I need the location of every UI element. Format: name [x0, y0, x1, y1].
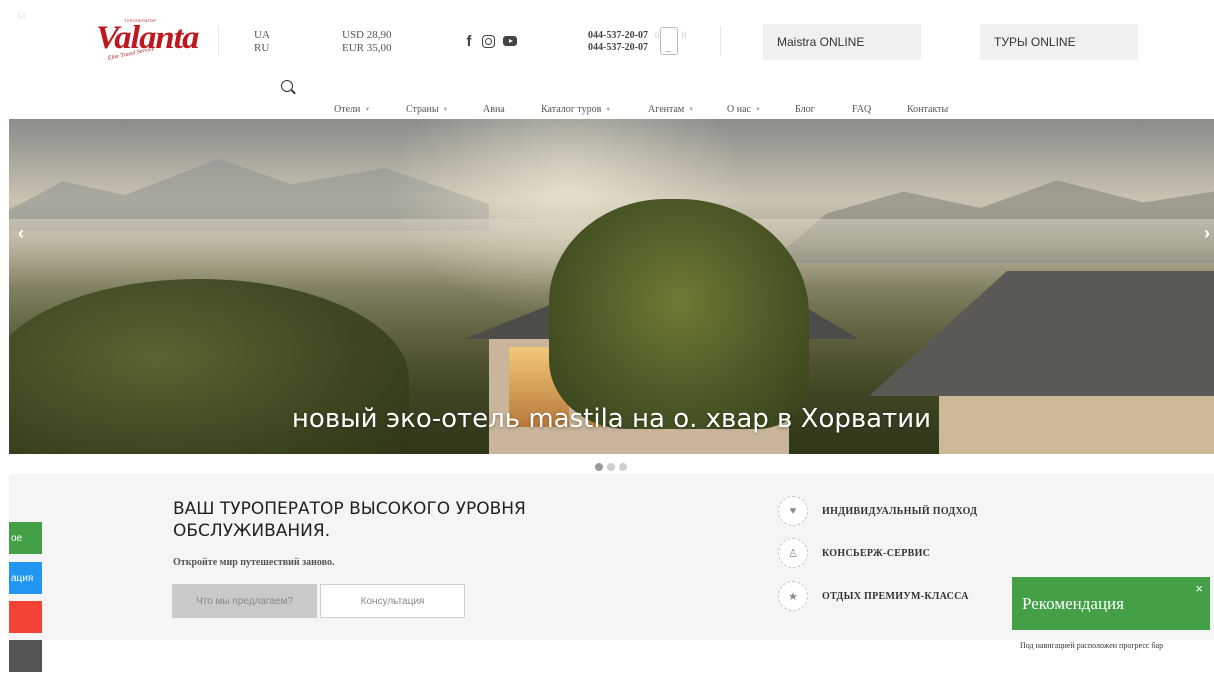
feature-concierge: ♙ КОНСЬЕРЖ-СЕРВИС: [778, 538, 930, 568]
nav-item-avia[interactable]: Авиа: [483, 104, 541, 115]
slider-pagination: [595, 463, 627, 471]
recommendation-popup: Рекомендация ×: [1012, 577, 1210, 630]
nav-label: Отели: [334, 104, 361, 115]
chevron-down-icon: ▼: [688, 106, 695, 113]
nav-item-about[interactable]: О нас ▼: [727, 104, 795, 115]
currency-rates: USD 28,90 EUR 35,00: [342, 29, 392, 55]
star-icon: ★: [778, 581, 808, 611]
nav-item-agents[interactable]: Агентам ▼: [648, 104, 727, 115]
phone-numbers: 044-537-20-07 044-537-20-07: [588, 30, 648, 54]
recommendation-title: Рекомендация: [1022, 594, 1124, 613]
slider-dot[interactable]: [607, 463, 615, 471]
feature-individual: ♥ ИНДИВИДУАЛЬНЫЙ ПОДХОД: [778, 496, 977, 526]
header-divider: [218, 26, 219, 56]
hero-caption: новый эко-отель mastila на о. хвар в Хор…: [291, 404, 932, 434]
rate-usd: USD 28,90: [342, 29, 392, 41]
phone-icon[interactable]: [660, 27, 678, 55]
nav-label: Блог: [795, 104, 815, 115]
intro-subtitle: Откройте мир путешествий заново.: [173, 557, 335, 568]
side-tab-gray[interactable]: [9, 640, 42, 672]
feature-label: ОТДЫХ ПРЕМИУМ-КЛАССА: [822, 590, 969, 602]
language-ru[interactable]: RU: [254, 42, 270, 55]
slider-dot[interactable]: [619, 463, 627, 471]
intro-title: ВАШ ТУРОПЕРАТОР ВЫСОКОГО УРОВНЯ ОБСЛУЖИВ…: [173, 499, 526, 541]
phone-number-2[interactable]: 044-537-20-07: [588, 42, 648, 54]
hand-heart-icon: ♥: [778, 496, 808, 526]
maistra-online-button[interactable]: Maistra ONLINE: [763, 24, 921, 60]
nav-item-countries[interactable]: Страны ▼: [406, 104, 483, 115]
tours-online-button[interactable]: ТУРЫ ONLINE: [980, 24, 1138, 60]
feature-label: КОНСЬЕРЖ-СЕРВИС: [822, 547, 931, 559]
hero-slider[interactable]: ‹ › новый эко-отель mastila на о. хвар в…: [9, 119, 1214, 454]
instagram-icon[interactable]: [482, 34, 495, 48]
nav-label: Агентам: [648, 104, 685, 115]
what-we-offer-button[interactable]: Что мы предлагаем?: [172, 584, 317, 618]
villa-roof: [869, 271, 1214, 396]
phone-wave-right: )): [681, 30, 687, 39]
feature-premium: ★ ОТДЫХ ПРЕМИУМ-КЛАССА: [778, 581, 969, 611]
nav-item-tour-catalog[interactable]: Каталог туров ▼: [541, 104, 648, 115]
chevron-down-icon: ▼: [605, 106, 612, 113]
search-icon[interactable]: [281, 80, 293, 92]
phone-number-1[interactable]: 044-537-20-07: [588, 30, 648, 42]
side-tab-red[interactable]: [9, 601, 42, 633]
chevron-down-icon: ▼: [442, 106, 449, 113]
nav-item-faq[interactable]: FAQ: [852, 104, 907, 115]
nav-item-hotels[interactable]: Отели ▼: [334, 104, 406, 115]
nav-item-blog[interactable]: Блог: [795, 104, 852, 115]
nav-label: Каталог туров: [541, 104, 602, 115]
chevron-down-icon: ▼: [754, 106, 761, 113]
nav-label: О нас: [727, 104, 751, 115]
side-tab-green[interactable]: ое: [9, 522, 42, 554]
nav-label: FAQ: [852, 104, 872, 115]
rate-eur: EUR 35,00: [342, 42, 392, 54]
slider-next-button[interactable]: ›: [1204, 223, 1210, 244]
slider-dot[interactable]: [595, 463, 603, 471]
social-links: f: [464, 33, 517, 50]
feature-label: ИНДИВИДУАЛЬНЫЙ ПОДХОД: [822, 505, 978, 517]
header-divider: [720, 26, 721, 56]
close-icon[interactable]: ×: [1195, 581, 1203, 596]
slider-prev-button[interactable]: ‹: [18, 223, 24, 244]
nav-label: Страны: [406, 104, 439, 115]
language-switcher: UA RU: [254, 29, 270, 55]
nav-label: Авиа: [483, 104, 505, 115]
corner-text: UI: [18, 12, 26, 20]
language-ua[interactable]: UA: [254, 29, 270, 42]
recommendation-text: Под навигацией расположен прогресс бар: [1020, 641, 1164, 650]
hero-trees: [549, 199, 809, 429]
youtube-icon[interactable]: [503, 36, 517, 46]
concierge-icon: ♙: [778, 538, 808, 568]
side-tab-blue[interactable]: ация: [9, 562, 42, 594]
logo[interactable]: ТУРОПЕРАТОР Valanta Elite Travel Service: [96, 18, 199, 64]
chevron-down-icon: ▼: [364, 106, 371, 113]
nav-item-contacts[interactable]: Контакты: [907, 104, 948, 115]
nav-label: Контакты: [907, 104, 949, 115]
main-nav: Отели ▼ Страны ▼ Авиа Каталог туров ▼ Агент…: [334, 104, 948, 115]
facebook-icon[interactable]: f: [464, 33, 474, 50]
consultation-button[interactable]: Консультация: [320, 584, 465, 618]
